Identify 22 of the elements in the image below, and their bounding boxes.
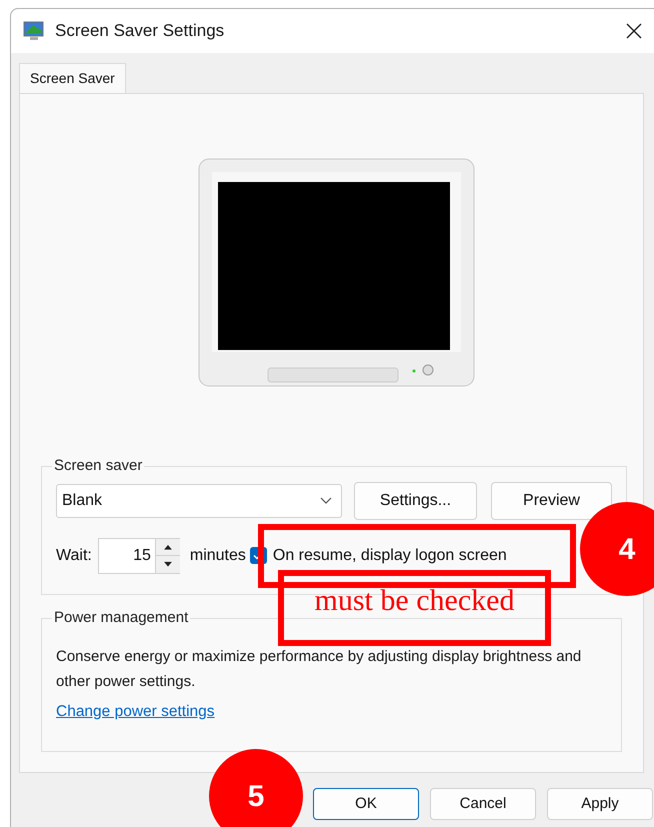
note-text: must be checked [314, 586, 514, 619]
dropdown-value: Blank [62, 490, 102, 510]
wait-spinner[interactable]: 15 [98, 538, 180, 574]
group-heading: Power management [53, 608, 190, 628]
dialog-button[interactable]: OK [313, 788, 419, 820]
checkbox-label: On resume, display logon screen [272, 546, 507, 566]
dialog-button[interactable]: Settings... [354, 482, 477, 520]
screen-saver-dropdown[interactable]: Blank [56, 484, 342, 518]
close-icon [626, 23, 642, 39]
minutes-label: minutes [190, 546, 246, 566]
dialog-button[interactable]: Preview [491, 482, 612, 520]
chevron-down-icon [320, 496, 332, 504]
window-title: Screen Saver Settings [55, 20, 224, 42]
monitor-icon [23, 20, 45, 42]
dialog-button[interactable]: Cancel [430, 788, 536, 820]
tab[interactable]: Screen Saver [19, 63, 126, 93]
power-settings-link[interactable]: Change power settings [56, 700, 215, 723]
dialog-button[interactable]: Apply [547, 788, 653, 820]
wait-value: 15 [132, 546, 152, 566]
group-heading: Screen saver [53, 456, 144, 476]
wait-label: Wait: [56, 546, 92, 566]
power-description: Conserve energy or maximize performance by adjusting display brightness and other power settings. [56, 646, 582, 692]
